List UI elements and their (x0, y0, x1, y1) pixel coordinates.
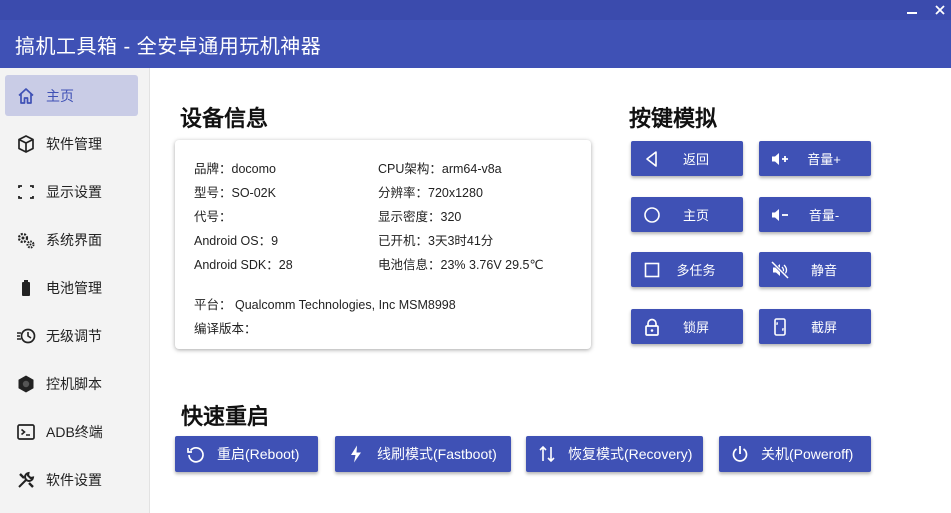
sidebar-item-system-ui[interactable]: 系统界面 (5, 219, 138, 260)
lock-icon (641, 316, 663, 338)
minimize-button[interactable] (905, 3, 919, 17)
home-icon (16, 86, 36, 106)
gears-icon (16, 230, 36, 250)
back-button-label: 返回 (682, 152, 709, 167)
recovery-button[interactable]: 恢复模式(Recovery) (526, 436, 703, 472)
volume-down-button[interactable]: 音量- (759, 197, 871, 232)
screenshot-button[interactable]: 截屏 (759, 309, 871, 344)
sidebar-item-scripts[interactable]: 控机脚本 (5, 363, 138, 404)
recents-button-label: 多任务 (676, 263, 716, 278)
codename-text: 代号： (194, 210, 232, 224)
reboot-button[interactable]: 重启(Reboot) (175, 436, 318, 472)
device-info-card: 品牌：docomo 型号：SO-02K 代号： Android OS：9 And… (175, 140, 591, 349)
battery-icon (16, 278, 36, 298)
volume-up-label: 音量+ (807, 152, 841, 167)
model-text: 型号：SO-02K (194, 186, 276, 200)
app-header: 搞机工具箱 - 全安卓通用玩机神器 (0, 20, 951, 68)
reboot-label: 重启(Reboot) (217, 446, 300, 462)
hexagon-icon (16, 374, 36, 394)
main-content: 设备信息 品牌：docomo 型号：SO-02K 代号： Android OS：… (150, 68, 951, 513)
volume-down-icon (769, 204, 791, 226)
quick-reboot-title: 快速重启 (181, 404, 270, 429)
sidebar-item-label: 无级调节 (46, 327, 102, 344)
mute-icon (769, 259, 791, 281)
density-text: 显示密度：320 (378, 210, 462, 224)
sidebar: 主页 软件管理 显示设置 系统界面 电池管理 无级调节 控机脚本 ADB终端 软… (0, 68, 150, 513)
sidebar-item-adb-terminal[interactable]: ADB终端 (5, 411, 138, 452)
volume-up-button[interactable]: 音量+ (759, 141, 871, 176)
volume-down-label: 音量- (808, 208, 840, 223)
lock-screen-label: 锁屏 (682, 320, 709, 335)
display-icon (16, 182, 36, 202)
home-button-label: 主页 (682, 208, 709, 223)
mute-button-label: 静音 (810, 263, 837, 278)
clock-icon (16, 326, 36, 346)
android-sdk-text: Android SDK：28 (194, 258, 293, 272)
recovery-label: 恢复模式(Recovery) (568, 446, 693, 462)
back-button[interactable]: 返回 (631, 141, 743, 176)
close-icon (935, 5, 945, 15)
screenshot-label: 截屏 (810, 320, 837, 335)
fastboot-label: 线刷模式(Fastboot) (377, 446, 497, 462)
sidebar-item-display[interactable]: 显示设置 (5, 171, 138, 212)
sidebar-item-label: 软件管理 (46, 135, 102, 152)
sidebar-item-settings[interactable]: 软件设置 (5, 459, 138, 500)
recents-button[interactable]: 多任务 (631, 252, 743, 287)
app-title: 搞机工具箱 - 全安卓通用玩机神器 (15, 35, 322, 58)
resolution-text: 分辨率：720x1280 (378, 186, 483, 200)
close-button[interactable] (933, 3, 947, 17)
sidebar-item-label: 软件设置 (46, 471, 102, 488)
power-icon (729, 443, 751, 465)
poweroff-label: 关机(Poweroff) (761, 446, 854, 462)
bolt-icon (345, 443, 367, 465)
fastboot-button[interactable]: 线刷模式(Fastboot) (335, 436, 511, 472)
lock-screen-button[interactable]: 锁屏 (631, 309, 743, 344)
sidebar-item-battery[interactable]: 电池管理 (5, 267, 138, 308)
brand-text: 品牌：docomo (194, 162, 276, 176)
home-circle-icon (641, 204, 663, 226)
sidebar-item-label: ADB终端 (46, 423, 103, 440)
device-info-title: 设备信息 (180, 106, 269, 131)
uptime-text: 已开机：3天3时41分 (378, 234, 494, 248)
poweroff-button[interactable]: 关机(Poweroff) (719, 436, 871, 472)
sidebar-item-label: 主页 (46, 87, 74, 104)
sidebar-item-app-manager[interactable]: 软件管理 (5, 123, 138, 164)
platform-text: 平台： Qualcomm Technologies, Inc MSM8998 (194, 298, 456, 312)
volume-up-icon (769, 148, 791, 170)
tools-icon (16, 470, 36, 490)
window-controls (905, 0, 947, 20)
cpu-arch-text: CPU架构：arm64-v8a (378, 162, 502, 176)
sidebar-item-label: 控机脚本 (46, 375, 102, 392)
window-titlebar (0, 0, 951, 20)
android-os-text: Android OS：9 (194, 234, 279, 248)
build-text: 编译版本： (194, 322, 257, 336)
key-sim-title: 按键模拟 (629, 106, 718, 131)
home-button[interactable]: 主页 (631, 197, 743, 232)
recents-icon (641, 259, 663, 281)
terminal-icon (16, 422, 36, 442)
sidebar-item-home[interactable]: 主页 (5, 75, 138, 116)
sidebar-item-label: 显示设置 (46, 183, 102, 200)
updown-arrows-icon (536, 443, 558, 465)
sidebar-item-label: 电池管理 (46, 279, 102, 296)
cube-icon (16, 134, 36, 154)
screenshot-icon (769, 316, 791, 338)
battery-text: 电池信息：23% 3.76V 29.5℃ (378, 258, 544, 272)
restart-icon (185, 443, 207, 465)
sidebar-item-label: 系统界面 (46, 231, 102, 248)
back-icon (641, 148, 663, 170)
mute-button[interactable]: 静音 (759, 252, 871, 287)
sidebar-item-stepless[interactable]: 无级调节 (5, 315, 138, 356)
